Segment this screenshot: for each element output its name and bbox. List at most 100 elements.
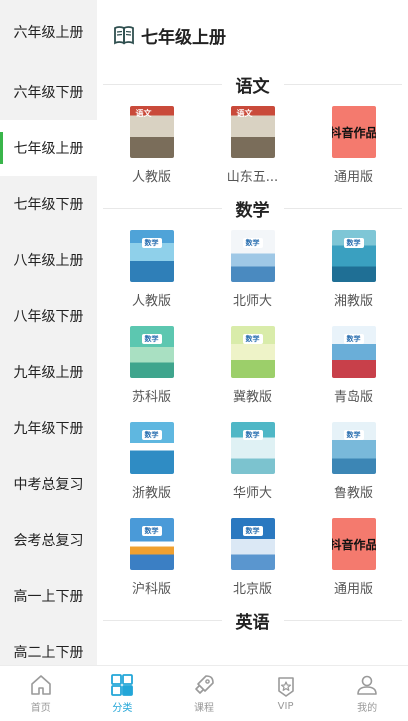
user-icon (357, 675, 377, 695)
section-title: 数学 (221, 195, 284, 221)
page-title: 七年级上册 (141, 27, 226, 48)
sidebar-item-grade6-second[interactable]: 六年级下册 (0, 64, 97, 120)
book-item[interactable]: 语文 人教版 (101, 98, 202, 194)
book-edition-label: 通用版 (333, 582, 373, 597)
book-item[interactable]: 数学 鲁教版 (303, 414, 404, 510)
book-cover: 数学 (230, 422, 275, 474)
section-header-english: 英语 (103, 606, 402, 634)
book-edition-label: 冀教版 (232, 390, 272, 405)
book-cover: 数学 (230, 518, 275, 570)
sidebar-item-zhongkao-review[interactable]: 中考总复习 (0, 456, 97, 512)
book-edition-label: 通用版 (333, 170, 373, 185)
tab-home[interactable]: 首页 (0, 666, 82, 721)
sidebar-item-label: 七年级上册 (13, 141, 84, 157)
book-item[interactable]: 数学 冀教版 (202, 318, 303, 414)
sidebar-item-senior2[interactable]: 高二上下册 (0, 624, 97, 665)
sidebar-item-grade9-second[interactable]: 九年级下册 (0, 400, 97, 456)
book-edition-label: 华师大 (232, 486, 272, 501)
tab-category[interactable]: 分类 (82, 666, 164, 721)
book-item[interactable]: 数学 浙教版 (101, 414, 202, 510)
cover-title: 数学 (343, 334, 364, 344)
tab-vip[interactable]: VIP (245, 666, 327, 721)
home-icon (30, 675, 51, 695)
rocket-icon (195, 675, 214, 694)
tab-course[interactable]: 课程 (163, 666, 245, 721)
book-item[interactable]: 抖音作品 通用版 (303, 98, 404, 194)
vip-badge-icon (277, 677, 294, 697)
cover-title: 数学 (343, 430, 364, 440)
sidebar-item-senior1[interactable]: 高一上下册 (0, 568, 97, 624)
book-edition-label: 鲁教版 (333, 486, 373, 501)
book-cover: 抖音作品 (331, 106, 376, 158)
book-cover: 数学 (230, 326, 275, 378)
grade-sidebar: 六年级上册 六年级下册 七年级上册 七年级下册 八年级上册 八年级下册 九年级上… (0, 0, 97, 665)
section-title: 英语 (221, 607, 284, 633)
category-grid-icon (111, 674, 134, 696)
cover-title: 数学 (242, 238, 263, 248)
sidebar-item-label: 七年级下册 (13, 197, 84, 213)
page-header: 七年级上册 (97, 0, 408, 70)
sidebar-item-label: 六年级上册 (13, 25, 84, 41)
sidebar-item-label: 中考总复习 (13, 477, 84, 493)
book-cover: 数学 (331, 422, 376, 474)
sidebar-item-grade8-first[interactable]: 八年级上册 (0, 232, 97, 288)
book-item[interactable]: 数学 北师大 (202, 222, 303, 318)
tab-label: 课程 (193, 703, 214, 714)
sidebar-item-grade7-first[interactable]: 七年级上册 (0, 120, 97, 176)
sidebar-item-label: 八年级上册 (13, 253, 84, 269)
textbook-list: 七年级上册 语文 语文 人教版 语文 山东五... 抖音作品 通用版 数学 数学… (97, 0, 408, 665)
tab-mine[interactable]: 我的 (326, 666, 408, 721)
book-item[interactable]: 数学 人教版 (101, 222, 202, 318)
book-cover: 数学 (331, 326, 376, 378)
cover-title: 抖音作品 (331, 537, 376, 552)
book-item[interactable]: 数学 苏科版 (101, 318, 202, 414)
book-grid-math: 数学 人教版 数学 北师大 数学 湘教版 数学 苏科版 数学 冀教版 数学 青岛… (97, 222, 408, 606)
sidebar-item-label: 八年级下册 (13, 309, 84, 325)
book-item[interactable]: 数学 湘教版 (303, 222, 404, 318)
sidebar-item-label: 九年级下册 (13, 421, 84, 437)
book-cover: 数学 (129, 230, 174, 282)
book-cover: 抖音作品 (331, 518, 376, 570)
sidebar-item-label: 会考总复习 (13, 533, 84, 549)
cover-title: 数学 (141, 526, 162, 536)
cover-title: 数学 (242, 526, 263, 536)
book-item[interactable]: 数学 华师大 (202, 414, 303, 510)
book-cover: 数学 (331, 230, 376, 282)
book-edition-label: 山东五... (226, 170, 279, 185)
sidebar-item-grade7-second[interactable]: 七年级下册 (0, 176, 97, 232)
book-cover: 数学 (129, 422, 174, 474)
book-item[interactable]: 数学 青岛版 (303, 318, 404, 414)
book-edition-label: 北师大 (232, 294, 272, 309)
tab-label: VIP (277, 701, 294, 712)
section-header-chinese: 语文 (103, 70, 402, 98)
section-title: 语文 (221, 71, 284, 97)
cover-title: 数学 (242, 430, 263, 440)
book-cover: 数学 (129, 518, 174, 570)
book-cover: 数学 (129, 326, 174, 378)
book-item[interactable]: 数学 沪科版 (101, 510, 202, 606)
book-item[interactable]: 语文 山东五... (202, 98, 303, 194)
cover-title: 数学 (242, 334, 263, 344)
book-edition-label: 青岛版 (333, 390, 373, 405)
book-icon (114, 26, 134, 45)
book-edition-label: 北京版 (232, 582, 272, 597)
book-edition-label: 人教版 (131, 294, 171, 309)
book-edition-label: 人教版 (131, 170, 171, 185)
cover-title: 数学 (141, 430, 162, 440)
sidebar-item-huikao-review[interactable]: 会考总复习 (0, 512, 97, 568)
sidebar-item-label: 高一上下册 (13, 589, 84, 605)
book-item[interactable]: 抖音作品 通用版 (303, 510, 404, 606)
tab-label: 首页 (30, 703, 51, 714)
sidebar-item-grade6-first[interactable]: 六年级上册 (0, 0, 97, 64)
tab-label: 分类 (112, 703, 133, 714)
book-item[interactable]: 数学 北京版 (202, 510, 303, 606)
sidebar-item-grade8-second[interactable]: 八年级下册 (0, 288, 97, 344)
sidebar-item-label: 九年级上册 (13, 365, 84, 381)
sidebar-item-label: 六年级下册 (13, 85, 84, 101)
sidebar-item-grade9-first[interactable]: 九年级上册 (0, 344, 97, 400)
cover-title: 语文 (135, 109, 152, 118)
book-cover: 语文 (230, 106, 275, 158)
cover-title: 数学 (343, 238, 364, 248)
book-edition-label: 苏科版 (131, 390, 171, 405)
book-edition-label: 沪科版 (131, 582, 171, 597)
